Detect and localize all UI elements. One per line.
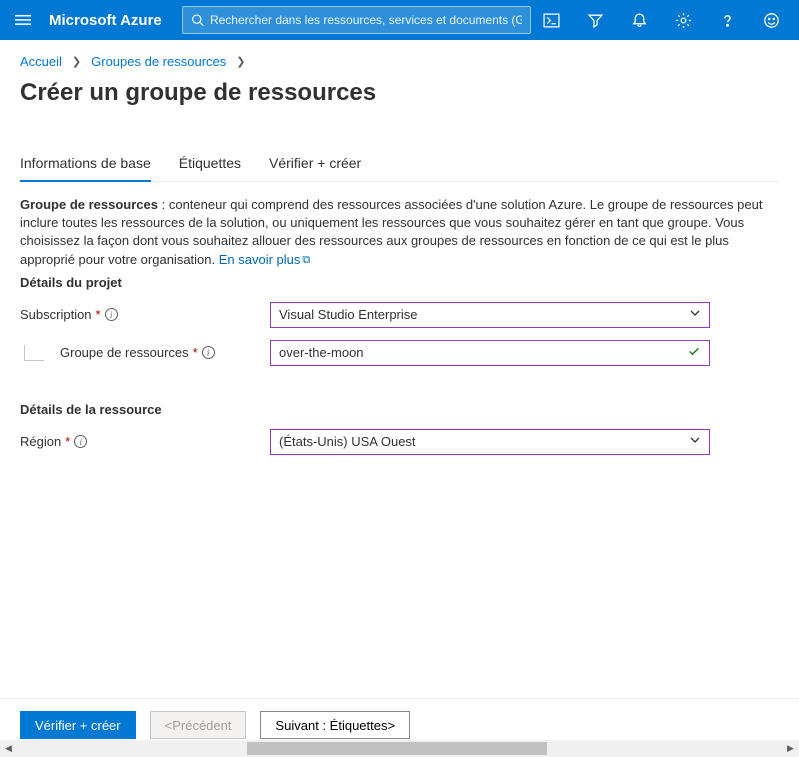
region-select[interactable]: (États-Unis) USA Ouest <box>270 429 710 455</box>
info-icon[interactable]: i <box>74 435 87 448</box>
next-button[interactable]: Suivant : Étiquettes > <box>260 711 410 739</box>
notifications-icon[interactable] <box>619 0 659 40</box>
description-bold: Groupe de ressources <box>20 197 158 212</box>
scrollbar-thumb[interactable] <box>247 742 547 755</box>
tab-basics[interactable]: Informations de base <box>20 147 151 181</box>
chevron-down-icon <box>689 434 701 449</box>
subscription-field-row: Subscription * i Visual Studio Enterpris… <box>20 302 779 328</box>
help-icon[interactable] <box>707 0 747 40</box>
feedback-smile-icon[interactable] <box>751 0 791 40</box>
search-input[interactable] <box>210 13 522 27</box>
breadcrumb-home[interactable]: Accueil <box>20 54 62 69</box>
info-icon[interactable]: i <box>202 346 215 359</box>
horizontal-scrollbar[interactable]: ◀ ▶ <box>0 740 799 757</box>
scroll-left-arrow-icon[interactable]: ◀ <box>0 740 17 757</box>
subscription-select[interactable]: Visual Studio Enterprise <box>270 302 710 328</box>
chevron-right-icon: ❯ <box>72 55 81 68</box>
tab-tags[interactable]: Étiquettes <box>179 147 241 181</box>
search-icon <box>191 13 204 27</box>
required-asterisk: * <box>96 307 101 322</box>
resource-group-value: over-the-moon <box>279 345 364 360</box>
required-asterisk: * <box>193 345 198 360</box>
resource-group-field-row: Groupe de ressources * i over-the-moon <box>20 340 779 366</box>
settings-gear-icon[interactable] <box>663 0 703 40</box>
review-create-button[interactable]: Vérifier + créer <box>20 711 136 739</box>
breadcrumb: Accueil ❯ Groupes de ressources ❯ <box>20 54 779 69</box>
region-value: (États-Unis) USA Ouest <box>279 434 416 449</box>
hamburger-menu-icon[interactable] <box>8 4 39 36</box>
tree-connector-icon <box>24 345 44 361</box>
subscription-label: Subscription * i <box>20 307 270 322</box>
chevron-down-icon <box>689 307 701 322</box>
region-label: Région * i <box>20 434 270 449</box>
breadcrumb-resource-groups[interactable]: Groupes de ressources <box>91 54 226 69</box>
chevron-right-icon: ❯ <box>236 55 245 68</box>
learn-more-link[interactable]: En savoir plus⧉ <box>219 252 311 267</box>
brand-label: Microsoft Azure <box>49 12 162 29</box>
directory-filter-icon[interactable] <box>575 0 615 40</box>
info-icon[interactable]: i <box>105 308 118 321</box>
validation-check-icon <box>687 344 701 361</box>
footer-actions: Vérifier + créer < Précédent Suivant : É… <box>0 698 799 739</box>
description-text: Groupe de ressources : conteneur qui com… <box>20 196 779 269</box>
section-project-details: Détails du projet <box>20 275 779 290</box>
external-link-icon: ⧉ <box>302 254 310 266</box>
search-box[interactable] <box>182 6 531 34</box>
resource-group-label: Groupe de ressources <box>60 345 189 360</box>
page-title: Créer un groupe de ressources <box>20 79 779 107</box>
tabs: Informations de base Étiquettes Vérifier… <box>20 147 779 182</box>
previous-button[interactable]: < Précédent <box>150 711 247 739</box>
subscription-value: Visual Studio Enterprise <box>279 307 418 322</box>
scroll-right-arrow-icon[interactable]: ▶ <box>782 740 799 757</box>
section-resource-details: Détails de la ressource <box>20 402 779 417</box>
resource-group-input[interactable]: over-the-moon <box>270 340 710 366</box>
region-field-row: Région * i (États-Unis) USA Ouest <box>20 429 779 455</box>
main-content: Accueil ❯ Groupes de ressources ❯ Créer … <box>0 40 799 455</box>
required-asterisk: * <box>65 434 70 449</box>
top-header: Microsoft Azure <box>0 0 799 40</box>
cloud-shell-icon[interactable] <box>531 0 571 40</box>
scrollbar-track[interactable] <box>17 740 782 757</box>
tab-review[interactable]: Vérifier + créer <box>269 147 361 181</box>
header-actions <box>531 0 791 40</box>
